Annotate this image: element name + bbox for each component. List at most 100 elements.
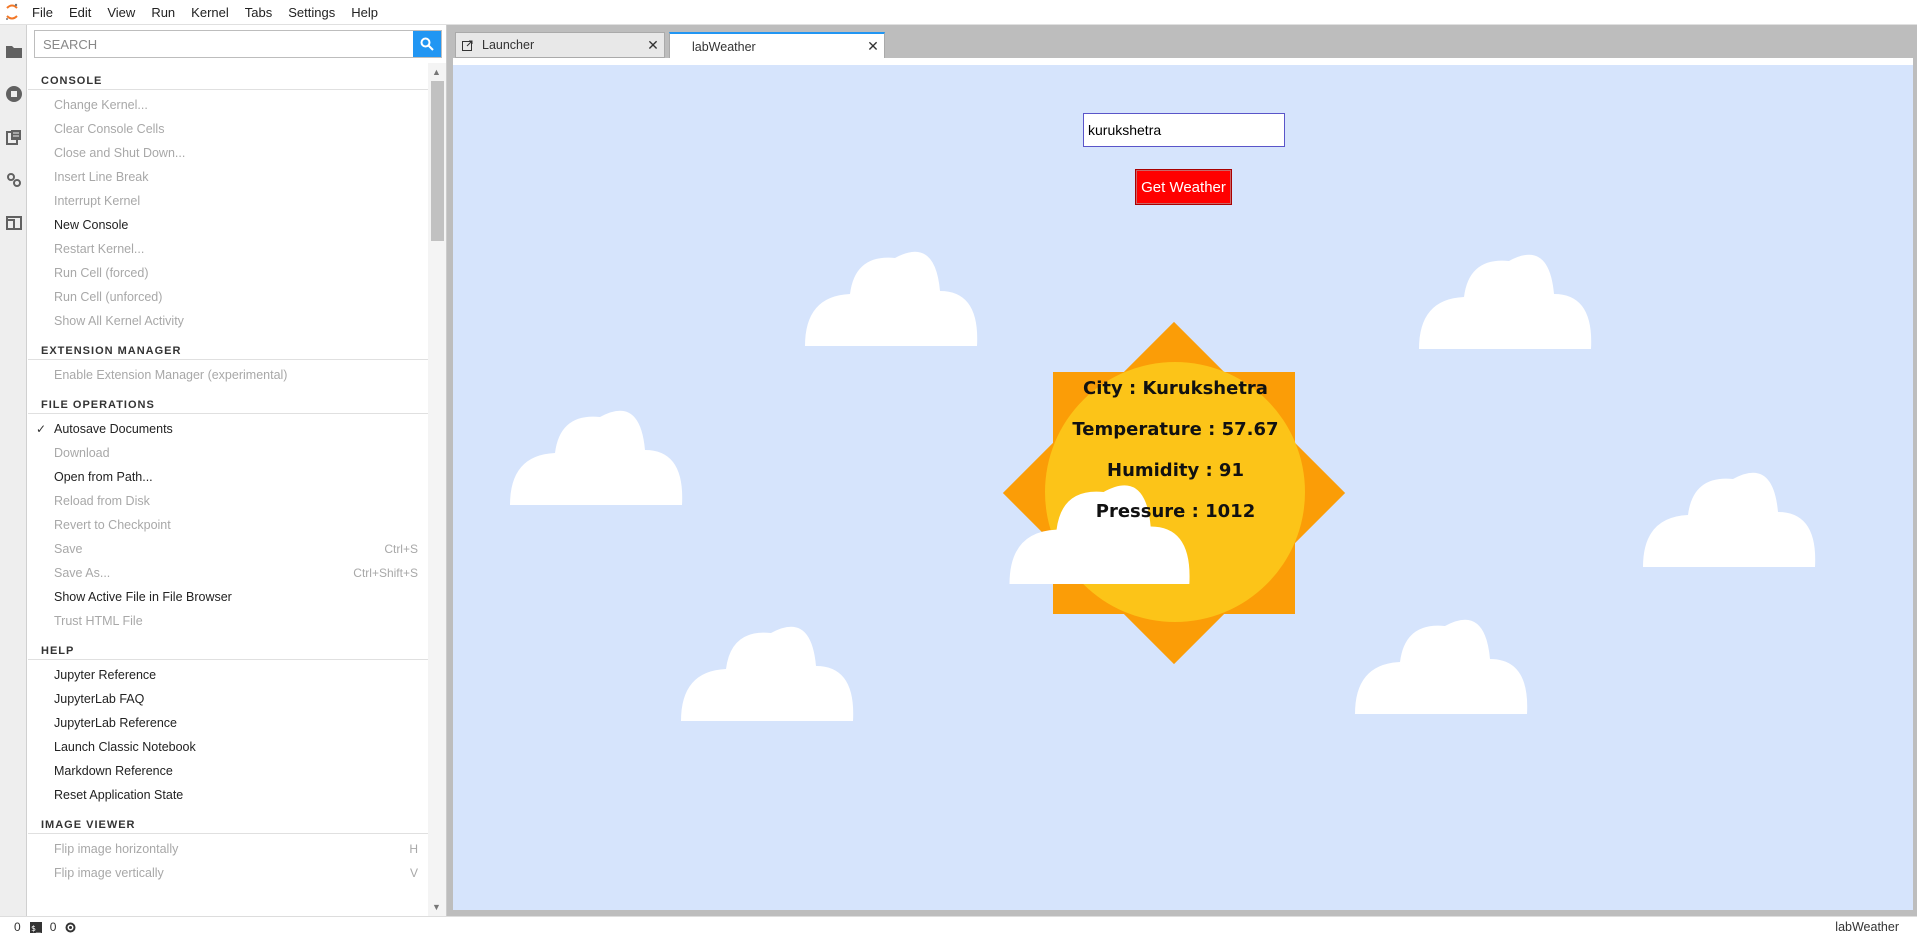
command-shortcut: V	[409, 866, 418, 880]
city-input[interactable]	[1083, 113, 1285, 147]
commands-icon[interactable]	[4, 127, 24, 147]
command-label: Run Cell (unforced)	[54, 290, 163, 304]
command-item[interactable]: Show All Kernel Activity	[28, 309, 428, 333]
command-item[interactable]: Revert to Checkpoint	[28, 513, 428, 537]
section-header: HELP	[28, 633, 428, 660]
pressure-stat: Pressure : 1012	[1095, 501, 1256, 522]
main-area: Launcher ✕ labWeather ✕ Get Weather	[447, 25, 1917, 916]
command-label: Flip image horizontally	[54, 842, 179, 856]
command-item[interactable]: Close and Shut Down...	[28, 141, 428, 165]
terminal-icon[interactable]: $_	[29, 921, 42, 933]
command-item[interactable]: Restart Kernel...	[28, 237, 428, 261]
cloud	[1355, 619, 1528, 714]
command-item[interactable]: Download	[28, 441, 428, 465]
city-stat: City : Kurukshetra	[1083, 378, 1268, 399]
scroll-thumb[interactable]	[431, 81, 444, 241]
temperature-stat: Temperature : 57.67	[1072, 419, 1279, 440]
command-item[interactable]: Open from Path...	[28, 465, 428, 489]
command-label: JupyterLab Reference	[54, 716, 177, 730]
folder-icon[interactable]	[4, 41, 24, 61]
command-item[interactable]: JupyterLab Reference	[28, 711, 428, 735]
command-item[interactable]: JupyterLab FAQ	[28, 687, 428, 711]
tab-bar: Launcher ✕ labWeather ✕	[447, 25, 1917, 59]
command-label: Autosave Documents	[54, 422, 173, 436]
command-item[interactable]: Show Active File in File Browser	[28, 585, 428, 609]
weather-widget: Get Weather City : Kurukshetra Temperatu…	[453, 65, 1913, 910]
weather-stats: City : Kurukshetra Temperature : 57.67 H…	[1003, 368, 1348, 532]
command-label: Reset Application State	[54, 788, 184, 802]
activity-bar	[0, 25, 27, 916]
menu-run[interactable]: Run	[143, 0, 183, 25]
command-item[interactable]: Launch Classic Notebook	[28, 735, 428, 759]
menu-file[interactable]: File	[24, 0, 61, 25]
search-box	[34, 30, 442, 58]
command-label: Save As...	[54, 566, 111, 580]
menu-edit[interactable]: Edit	[61, 0, 99, 25]
command-item[interactable]: New Console	[28, 213, 428, 237]
cloud	[1643, 472, 1816, 567]
command-shortcut: Ctrl+Shift+S	[353, 566, 418, 580]
menu-tabs[interactable]: Tabs	[237, 0, 280, 25]
command-item[interactable]: Enable Extension Manager (experimental)	[28, 363, 428, 387]
launcher-icon	[462, 40, 476, 51]
scroll-up-icon[interactable]: ▲	[432, 67, 441, 77]
menu-settings[interactable]: Settings	[280, 0, 343, 25]
command-item[interactable]: Interrupt Kernel	[28, 189, 428, 213]
svg-text:$_: $_	[31, 924, 41, 933]
sun-weather-card: City : Kurukshetra Temperature : 57.67 H…	[1002, 320, 1353, 665]
command-item[interactable]: Insert Line Break	[28, 165, 428, 189]
command-label: Change Kernel...	[54, 98, 148, 112]
cloud	[805, 251, 978, 346]
command-item[interactable]: Markdown Reference	[28, 759, 428, 783]
section-header: EXTENSION MANAGER	[28, 333, 428, 360]
command-label: Enable Extension Manager (experimental)	[54, 368, 288, 382]
close-icon[interactable]: ✕	[642, 37, 664, 54]
close-icon[interactable]: ✕	[862, 38, 884, 55]
running-stop-icon[interactable]	[4, 84, 24, 104]
command-item[interactable]: Reset Application State	[28, 783, 428, 807]
command-shortcut: Ctrl+S	[384, 542, 418, 556]
search-input[interactable]	[35, 31, 413, 57]
command-item[interactable]: Clear Console Cells	[28, 117, 428, 141]
command-label: Save	[54, 542, 83, 556]
command-item[interactable]: Run Cell (forced)	[28, 261, 428, 285]
status-bar: 0 $_ 0 labWeather	[0, 916, 1917, 937]
command-item[interactable]: Flip image horizontally H	[28, 837, 428, 861]
cloud	[681, 626, 854, 721]
command-item[interactable]: Trust HTML File	[28, 609, 428, 633]
command-item[interactable]: Save As... Ctrl+Shift+S	[28, 561, 428, 585]
tab-labweather[interactable]: labWeather ✕	[669, 32, 885, 59]
command-item[interactable]: Run Cell (unforced)	[28, 285, 428, 309]
menu-help[interactable]: Help	[343, 0, 386, 25]
jupyter-logo-icon	[0, 0, 24, 25]
command-label: Download	[54, 446, 110, 460]
command-item[interactable]: Flip image vertically V	[28, 861, 428, 885]
menu-view[interactable]: View	[99, 0, 143, 25]
check-icon: ✓	[36, 422, 47, 436]
command-item[interactable]: Change Kernel...	[28, 93, 428, 117]
kernel-gear-icon[interactable]	[64, 921, 77, 934]
command-item[interactable]: Jupyter Reference	[28, 663, 428, 687]
command-item[interactable]: Reload from Disk	[28, 489, 428, 513]
palette-scrollbar[interactable]: ▲ ▼	[428, 63, 446, 916]
section-header: FILE OPERATIONS	[28, 387, 428, 414]
tab-launcher[interactable]: Launcher ✕	[455, 32, 665, 58]
terminals-count[interactable]: 0	[14, 920, 21, 934]
get-weather-button[interactable]: Get Weather	[1135, 169, 1232, 205]
command-item[interactable]: Save Ctrl+S	[28, 537, 428, 561]
command-list: CONSOLE Change Kernel... Clear Console Cel…	[28, 63, 428, 916]
search-icon[interactable]	[413, 31, 441, 57]
command-label: Open from Path...	[54, 470, 153, 484]
command-label: Revert to Checkpoint	[54, 518, 171, 532]
menu-bar: File Edit View Run Kernel Tabs Settings …	[0, 0, 1917, 25]
property-inspector-icon[interactable]	[4, 170, 24, 190]
tab-label: labWeather	[692, 39, 756, 54]
command-label: Flip image vertically	[54, 866, 164, 880]
menu-kernel[interactable]: Kernel	[183, 0, 237, 25]
kernels-count[interactable]: 0	[50, 920, 57, 934]
command-label: Jupyter Reference	[54, 668, 157, 682]
command-label: Show Active File in File Browser	[54, 590, 232, 604]
scroll-down-icon[interactable]: ▼	[432, 902, 441, 912]
command-item[interactable]: ✓ Autosave Documents	[28, 417, 428, 441]
tabs-icon[interactable]	[4, 213, 24, 233]
